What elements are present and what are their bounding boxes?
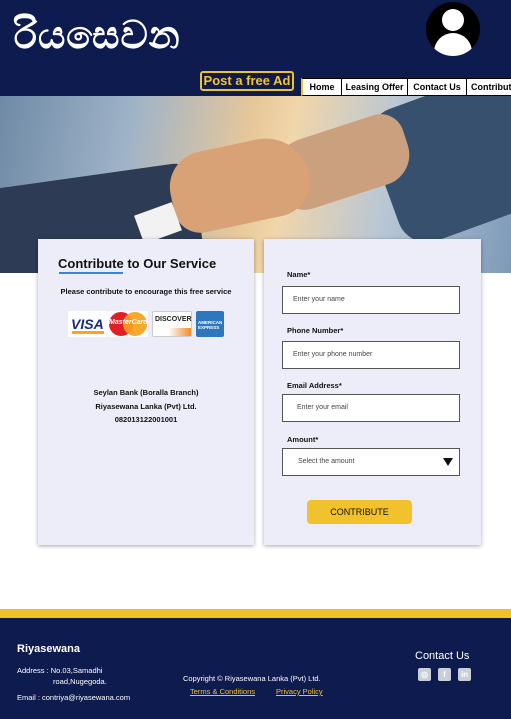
amount-select[interactable]: Select the amount [282,448,460,476]
title-underline [59,272,123,274]
site-header: රියසෙවන Post a free Ad Home Leasing Offe… [0,0,511,96]
name-input[interactable]: Enter your name [282,286,460,314]
avatar-icon[interactable] [426,2,480,56]
footer-address: Address : No.03,Samadhi [17,666,103,675]
footer-copyright: Copyright © Riyasewana Lanka (Pvt) Ltd. [183,674,321,683]
nav-item-contribute[interactable]: Contribute [466,78,511,96]
bank-account-number: 082013122001001 [114,415,178,424]
bank-account-name: Riyasewana Lanka (Pvt) Ltd. [95,402,197,411]
nav-item-contact-us[interactable]: Contact Us [407,78,466,96]
mastercard-icon: MasterCard [108,311,148,337]
phone-input[interactable]: Enter your phone number [282,341,460,369]
amount-select-value: Select the amount [298,458,355,465]
amount-label: Amount* [287,435,319,444]
site-logo[interactable]: රියසෙවන [14,12,181,58]
footer-brand: Riyasewana [17,643,80,655]
contribute-title: Contribute to Our Service [58,256,217,271]
facebook-icon[interactable]: f [438,668,451,681]
instagram-icon[interactable]: ◎ [418,668,431,681]
terms-link[interactable]: Terms & Conditions [190,687,255,696]
phone-label: Phone Number* [287,326,344,335]
discover-icon: DISCOVER [152,311,192,337]
site-footer: Riyasewana Address : No.03,Samadhi road,… [0,609,511,719]
contribute-form-card: Name* Enter your name Phone Number* Ente… [264,239,481,545]
footer-email: Email : contriya@riyasewana.com [17,693,131,702]
main-nav: Home Leasing Offer Contact Us Contribute [301,78,511,96]
post-free-ad-button[interactable]: Post a free Ad [200,71,294,91]
nav-item-home[interactable]: Home [301,78,341,96]
privacy-link[interactable]: Privacy Policy [276,687,323,696]
nav-item-leasing-offer[interactable]: Leasing Offer [341,78,407,96]
contribute-subtitle: Please contribute to encourage this free… [60,287,232,296]
contribute-info-card: Contribute to Our Service Please contrib… [38,239,254,545]
linkedin-icon[interactable]: in [458,668,471,681]
name-label: Name* [287,270,311,279]
email-label: Email Address* [287,381,342,390]
visa-icon: VISA [68,311,108,337]
chevron-down-icon [443,458,453,466]
email-input[interactable]: Enter your email [282,394,460,422]
footer-address-line2: road,Nugegoda. [53,677,107,686]
amex-icon: AMERICAN EXPRESS [196,311,224,337]
bank-branch: Seylan Bank (Boralla Branch) [93,388,199,397]
contribute-button[interactable]: CONTRIBUTE [307,500,412,524]
footer-contact-heading: Contact Us [415,650,470,662]
